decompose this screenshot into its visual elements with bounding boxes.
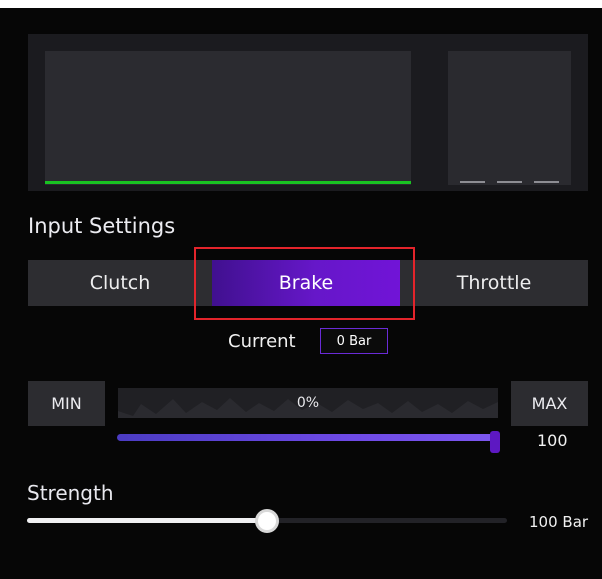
side-graph-dash — [497, 181, 522, 183]
side-graph-dash — [460, 181, 485, 183]
strength-slider-fill — [27, 518, 267, 523]
side-graph-dash — [534, 181, 559, 183]
main-input-graph-line — [45, 181, 411, 184]
current-value-box: 0 Bar — [320, 328, 388, 354]
max-button[interactable]: MAX — [511, 381, 588, 426]
selection-highlight — [194, 247, 415, 320]
max-value-text: 100 — [537, 431, 568, 450]
side-input-graph — [448, 51, 571, 185]
slider-knob-icon[interactable] — [255, 509, 279, 533]
range-display: 0% — [118, 388, 498, 418]
strength-title: Strength — [27, 481, 114, 505]
input-settings-title: Input Settings — [28, 214, 176, 238]
tab-clutch[interactable]: Clutch — [28, 260, 212, 306]
tab-throttle[interactable]: Throttle — [400, 260, 588, 306]
main-input-graph — [45, 51, 411, 185]
slider-handle-icon[interactable] — [490, 431, 500, 453]
current-label: Current — [228, 331, 296, 352]
min-button[interactable]: MIN — [28, 381, 105, 426]
range-slider-track[interactable] — [117, 434, 495, 441]
strength-value: 100 Bar — [529, 513, 589, 531]
range-percent-text: 0% — [296, 395, 320, 411]
